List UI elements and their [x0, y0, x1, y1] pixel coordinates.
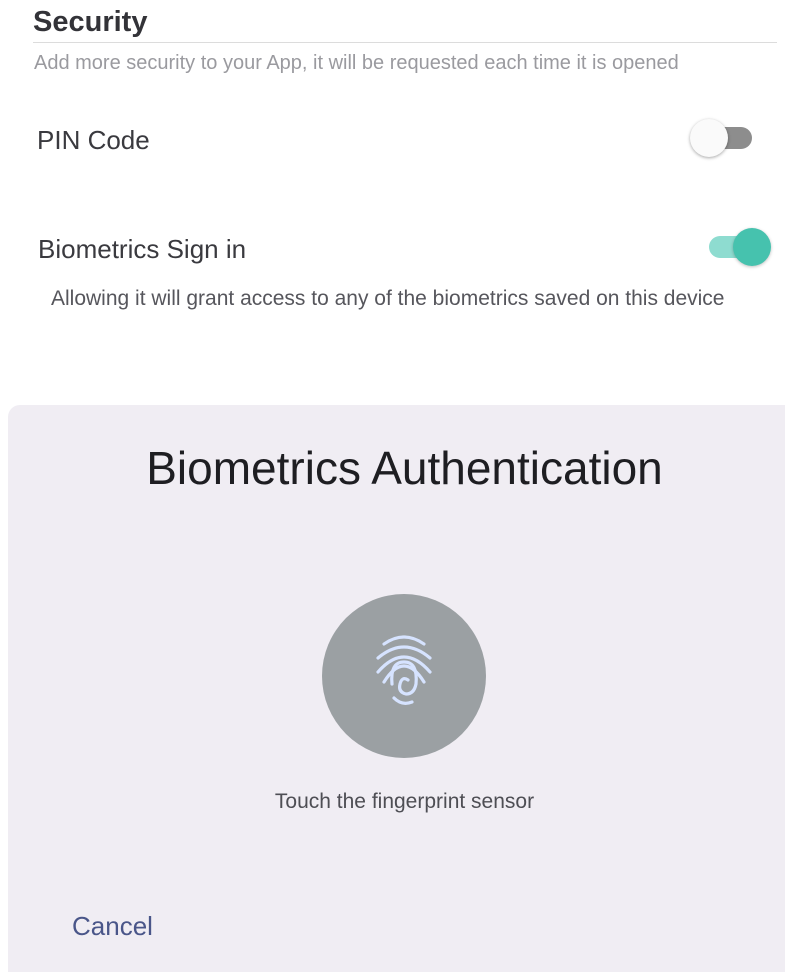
security-settings-section: Security Add more security to your App, …: [0, 0, 785, 405]
biometrics-sign-in-label: Biometrics Sign in: [38, 234, 247, 264]
biometrics-description: Allowing it will grant access to any of …: [51, 287, 725, 310]
fingerprint-hint: Touch the fingerprint sensor: [274, 790, 535, 813]
pin-code-toggle-thumb: [690, 119, 728, 157]
biometrics-toggle-thumb: [733, 228, 771, 266]
biometrics-authentication-sheet: Biometrics Authentication Touch the fing…: [8, 405, 785, 972]
pin-code-toggle[interactable]: [690, 117, 756, 159]
dialog-title: Biometrics Authentication: [146, 442, 663, 494]
fingerprint-icon: [376, 635, 432, 705]
section-divider: [33, 42, 777, 43]
fingerprint-sensor-indicator: [322, 594, 486, 758]
biometrics-sign-in-toggle[interactable]: [707, 226, 773, 268]
section-description: Add more security to your App, it will b…: [34, 52, 679, 74]
pin-code-label: PIN Code: [37, 125, 150, 155]
section-title: Security: [33, 6, 148, 38]
cancel-button[interactable]: Cancel: [60, 906, 165, 946]
